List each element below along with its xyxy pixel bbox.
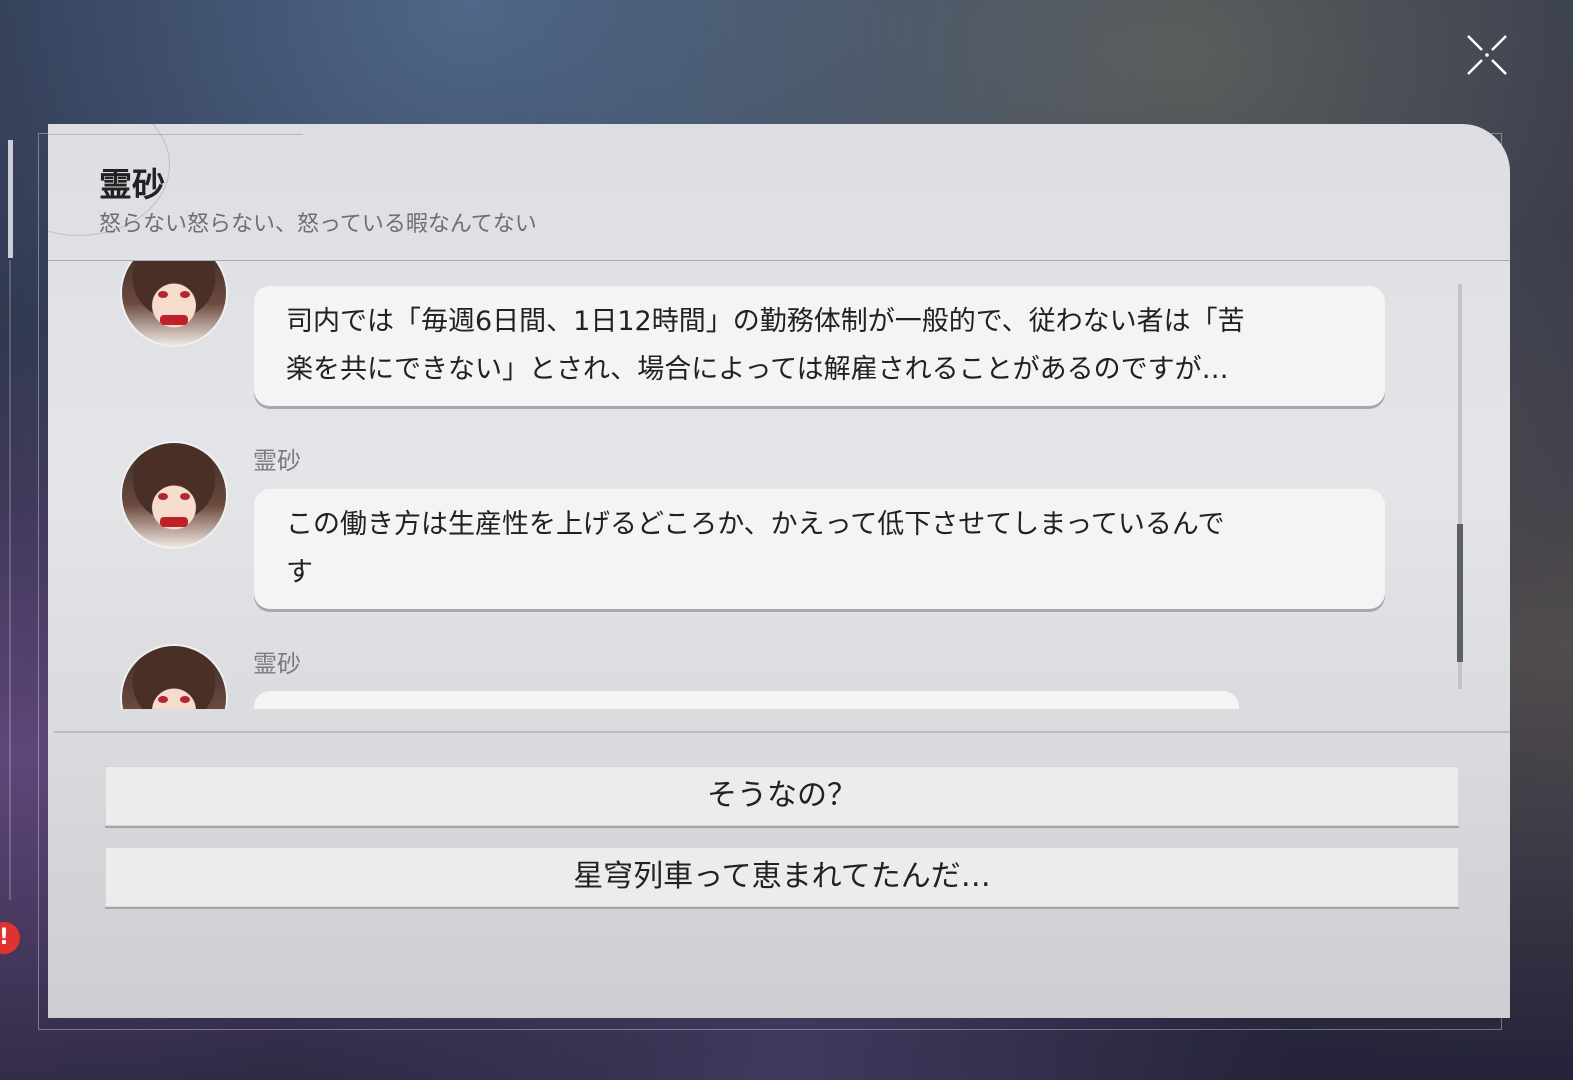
avatar-eye xyxy=(180,291,190,298)
message-sender: 霊砂 xyxy=(253,447,301,475)
contact-status: 怒らない怒らない、怒っている暇なんてない xyxy=(99,212,537,237)
message-line: 楽を共にできない」とされ、場合によっては解雇されることがあるのですが… xyxy=(286,354,1229,385)
side-tab-indicator xyxy=(8,140,13,258)
avatar-eye xyxy=(180,493,190,500)
avatar-bow xyxy=(160,315,188,325)
avatar-eye xyxy=(158,493,168,500)
scrollbar-thumb[interactable] xyxy=(1457,524,1463,662)
message-list[interactable]: 司内では「毎週6日間、1日12時間」の勤務体制が一般的で、従わない者は「苦 楽を… xyxy=(48,261,1468,709)
message-line: す xyxy=(286,557,313,588)
avatar-eye xyxy=(180,696,190,703)
avatar xyxy=(122,261,226,345)
reply-option-2[interactable]: 星穹列車って恵まれてたんだ… xyxy=(105,847,1459,907)
contact-name: 霊砂 xyxy=(99,165,165,204)
side-divider xyxy=(9,260,11,900)
chat-header: 霊砂 怒らない怒らない、怒っている暇なんてない xyxy=(48,124,1510,261)
reply-option-1[interactable]: そうなの？ xyxy=(105,766,1459,826)
message-bubble xyxy=(254,691,1239,709)
close-icon[interactable] xyxy=(1462,30,1512,80)
chat-dialog: 霊砂 怒らない怒らない、怒っている暇なんてない 司内では「毎週6日間、1日12時… xyxy=(48,124,1510,1018)
message-bubble: 司内では「毎週6日間、1日12時間」の勤務体制が一般的で、従わない者は「苦 楽を… xyxy=(254,286,1385,406)
reply-divider xyxy=(54,731,1510,733)
avatar-eye xyxy=(158,696,168,703)
avatar-bow xyxy=(160,517,188,527)
message-line: 司内では「毎週6日間、1日12時間」の勤務体制が一般的で、従わない者は「苦 xyxy=(286,306,1245,337)
avatar xyxy=(122,646,226,709)
message-bubble: この働き方は生産性を上げるどころか、かえって低下させてしまっているんで す xyxy=(254,489,1385,609)
message-line: この働き方は生産性を上げるどころか、かえって低下させてしまっているんで xyxy=(286,509,1225,540)
message-sender: 霊砂 xyxy=(253,650,301,678)
avatar-eye xyxy=(158,291,168,298)
avatar xyxy=(122,443,226,547)
